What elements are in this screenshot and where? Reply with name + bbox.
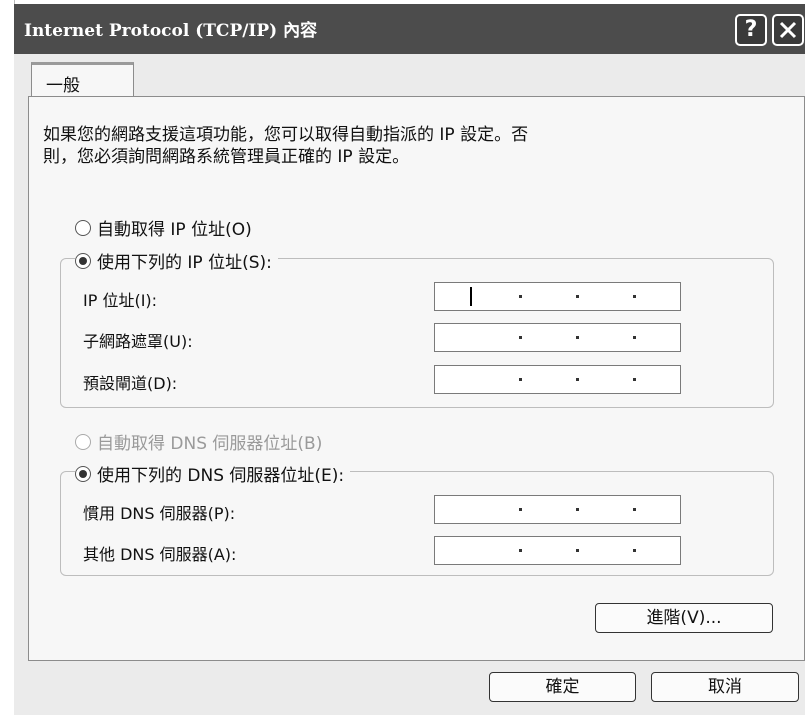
manual-dns-radio[interactable]: 使用下列的 DNS 伺服器位址(E):: [75, 461, 351, 486]
default-gateway-input[interactable]: [434, 365, 681, 394]
preferred-dns-label: 慣用 DNS 伺服器(P):: [83, 504, 236, 523]
manual-ip-radio[interactable]: 使用下列的 IP 位址(S):: [75, 248, 278, 273]
radio-unchecked-icon: [75, 433, 91, 450]
auto-ip-label: 自動取得 IP 位址(O): [97, 220, 252, 240]
title-bar[interactable]: Internet Protocol (TCP/IP) 內容 ?: [14, 4, 805, 54]
window-title: Internet Protocol (TCP/IP) 內容: [24, 21, 318, 41]
preferred-dns-input[interactable]: [434, 495, 681, 524]
cancel-button[interactable]: 取消: [651, 672, 799, 702]
manual-dns-label: 使用下列的 DNS 伺服器位址(E):: [97, 466, 345, 486]
advanced-button[interactable]: 進階(V)...: [595, 603, 773, 633]
auto-dns-radio: 自動取得 DNS 伺服器位址(B): [75, 429, 322, 454]
radio-unchecked-icon: [75, 219, 91, 236]
tab-general[interactable]: 一般: [31, 62, 134, 97]
description-line-1: 如果您的網路支援這項功能，您可以取得自動指派的 IP 設定。否: [43, 125, 529, 145]
description-text: 如果您的網路支援這項功能，您可以取得自動指派的 IP 設定。否 則，您必須詢問網…: [43, 124, 763, 168]
radio-checked-icon: [75, 252, 91, 269]
subnet-mask-input[interactable]: [434, 323, 681, 352]
ok-button[interactable]: 確定: [489, 672, 636, 702]
auto-dns-label: 自動取得 DNS 伺服器位址(B): [97, 434, 323, 454]
description-line-2: 則，您必須詢問網路系統管理員正確的 IP 設定。: [43, 147, 410, 167]
ip-address-input[interactable]: [434, 282, 681, 311]
auto-ip-radio[interactable]: 自動取得 IP 位址(O): [75, 215, 252, 240]
alternate-dns-input[interactable]: [434, 536, 681, 565]
radio-checked-icon: [75, 465, 91, 482]
manual-ip-label: 使用下列的 IP 位址(S):: [97, 253, 272, 273]
alternate-dns-label: 其他 DNS 伺服器(A):: [83, 545, 237, 564]
subnet-mask-label: 子網路遮罩(U):: [83, 332, 193, 351]
background-window-edge: [0, 0, 15, 715]
ip-address-label: IP 位址(I):: [83, 291, 158, 310]
close-icon[interactable]: [772, 14, 804, 46]
help-icon[interactable]: ?: [735, 14, 767, 46]
text-caret: [470, 287, 472, 306]
default-gateway-label: 預設閘道(D):: [83, 374, 178, 393]
tcpip-properties-dialog: Internet Protocol (TCP/IP) 內容 ? 一般 如果您的網…: [14, 4, 805, 715]
